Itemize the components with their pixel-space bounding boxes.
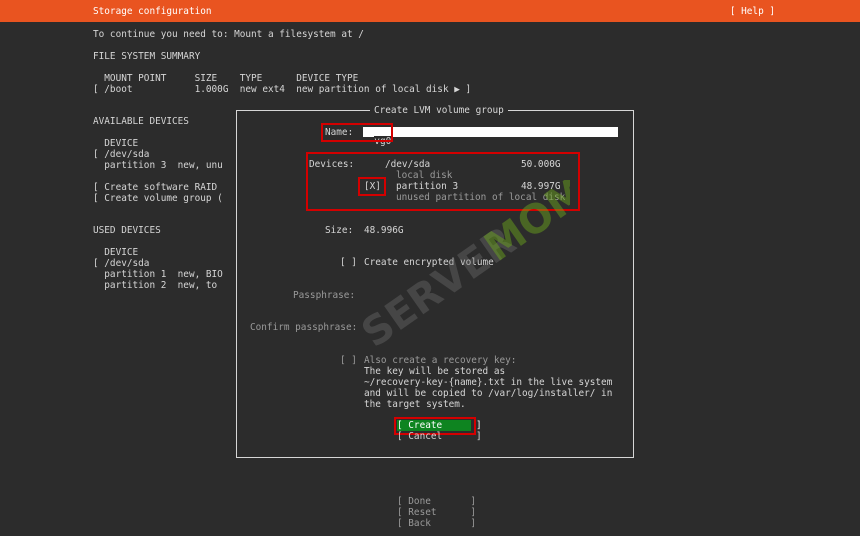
- used-devices-column: DEVICE: [93, 247, 139, 258]
- encrypt-checkbox[interactable]: [ ]: [340, 257, 357, 268]
- reset-button[interactable]: [ Reset ]: [397, 507, 476, 518]
- recovery-key-line-2: The key will be stored as: [364, 366, 506, 377]
- fs-summary-heading: FILE SYSTEM SUMMARY: [93, 51, 201, 62]
- available-device-sda[interactable]: [ /dev/sda: [93, 149, 149, 160]
- used-partition-2[interactable]: partition 2 new, to: [93, 280, 217, 291]
- passphrase-label: Passphrase:: [293, 290, 356, 301]
- size-value: 48.996G: [364, 225, 404, 236]
- help-button[interactable]: [ Help ]: [730, 6, 775, 17]
- used-partition-1[interactable]: partition 1 new, BIO: [93, 269, 223, 280]
- create-volume-group-button[interactable]: [ Create volume group (: [93, 193, 223, 204]
- recovery-key-checkbox[interactable]: [ ]: [340, 355, 357, 366]
- fs-summary-columns: MOUNT POINT SIZE TYPE DEVICE TYPE: [93, 73, 359, 84]
- name-input[interactable]: vg0: [363, 127, 618, 147]
- highlight-name: [321, 123, 393, 142]
- header-bar: Storage configuration [ Help ]: [0, 0, 860, 22]
- create-software-raid-button[interactable]: [ Create software RAID: [93, 182, 217, 193]
- available-partition-3[interactable]: partition 3 new, unu: [93, 160, 223, 171]
- used-devices-heading: USED DEVICES: [93, 225, 161, 236]
- encrypt-label: Create encrypted volume: [364, 257, 494, 268]
- fs-summary-row-boot[interactable]: [ /boot 1.000G new ext4 new partition of…: [93, 84, 471, 95]
- available-devices-heading: AVAILABLE DEVICES: [93, 116, 189, 127]
- back-button[interactable]: [ Back ]: [397, 518, 476, 529]
- available-devices-column: DEVICE: [93, 138, 139, 149]
- recovery-key-line-1: Also create a recovery key:: [364, 355, 517, 366]
- recovery-key-line-3: ~/recovery-key-{name}.txt in the live sy…: [364, 377, 613, 388]
- screen-title: Storage configuration: [93, 6, 212, 17]
- dialog-title: Create LVM volume group: [370, 105, 508, 116]
- recovery-key-line-5: the target system.: [364, 399, 466, 410]
- highlight-devices: [306, 152, 580, 211]
- size-label: Size:: [325, 225, 354, 236]
- recovery-key-line-4: and will be copied to /var/log/installer…: [364, 388, 613, 399]
- instructions-text: To continue you need to: Mount a filesys…: [93, 29, 364, 40]
- highlight-partition-checkbox: [358, 177, 386, 196]
- done-button[interactable]: [ Done ]: [397, 496, 476, 507]
- cancel-button[interactable]: [ Cancel ]: [397, 431, 482, 442]
- confirm-passphrase-label: Confirm passphrase:: [250, 322, 358, 333]
- used-device-sda[interactable]: [ /dev/sda: [93, 258, 149, 269]
